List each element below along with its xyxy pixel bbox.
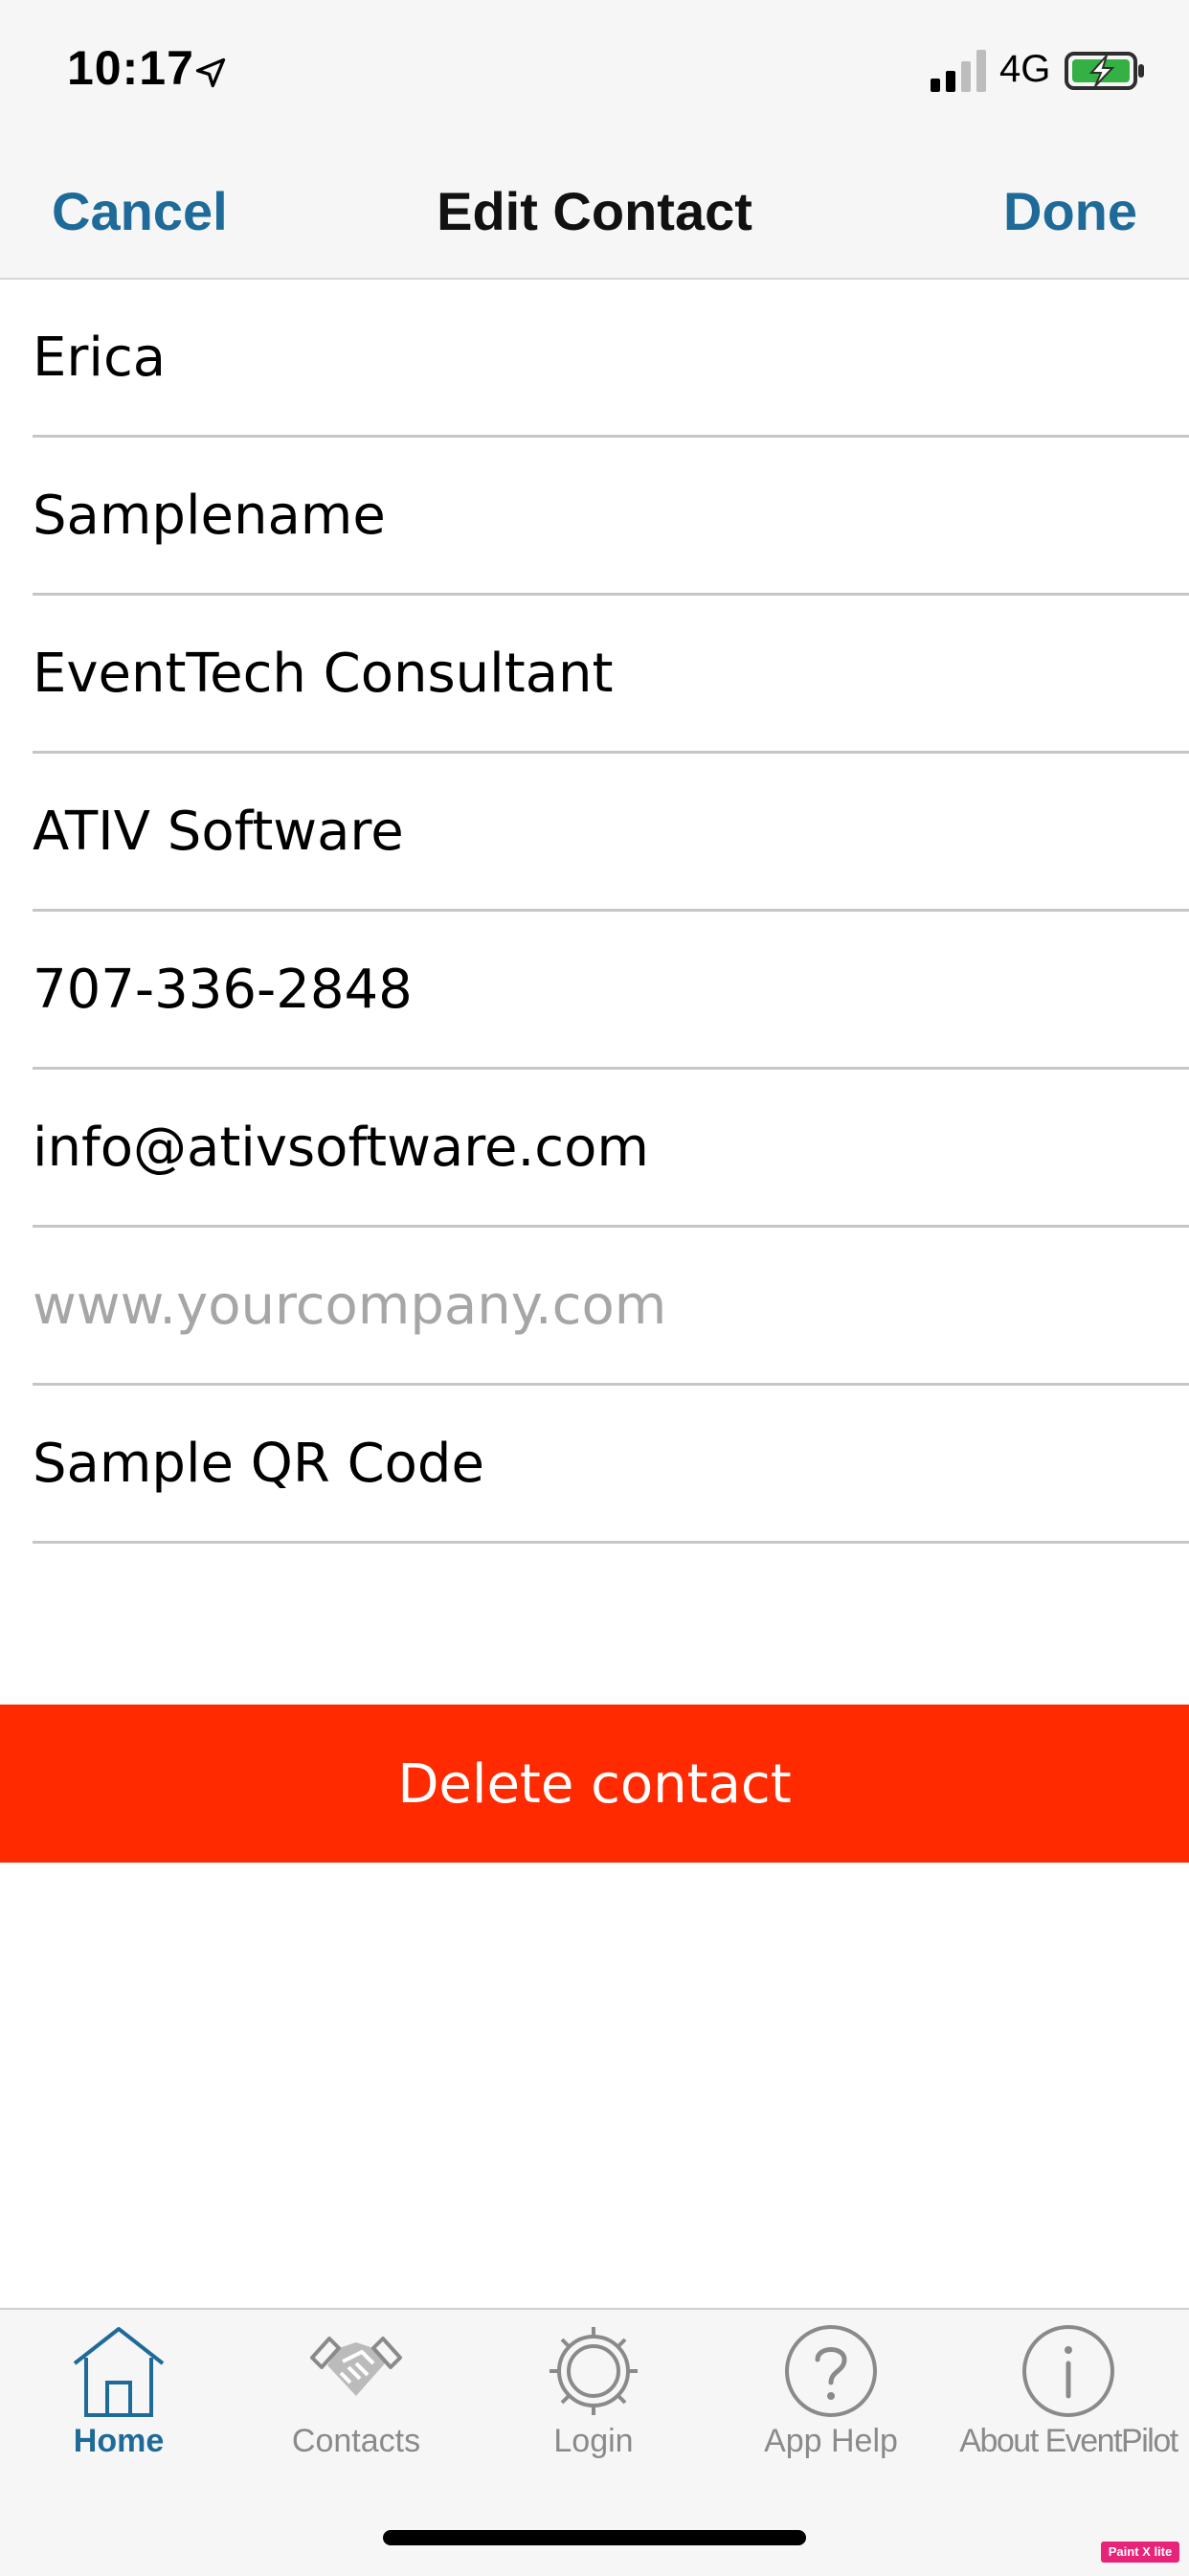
nav-bar: Cancel Edit Contact Done (0, 144, 1189, 280)
email-input[interactable] (33, 1070, 1162, 1226)
divider (33, 1541, 1189, 1544)
tab-label: App Help (764, 2423, 898, 2459)
tab-app-help[interactable]: App Help (712, 2323, 950, 2486)
network-type: 4G (999, 48, 1051, 90)
tab-about-eventpilot[interactable]: About EventPilot (950, 2323, 1187, 2486)
company-input[interactable] (33, 754, 1162, 910)
home-indicator (383, 2530, 806, 2545)
contact-form (0, 280, 1189, 1544)
watermark: Paint X lite (1101, 2542, 1179, 2563)
tab-label: Contacts (291, 2423, 421, 2459)
handshake-icon (310, 2337, 402, 2396)
tab-login[interactable]: Login (475, 2323, 712, 2486)
last-name-field (0, 438, 1189, 596)
location-arrow-icon (195, 57, 226, 88)
done-button[interactable]: Done (1003, 180, 1137, 242)
status-time: 10:17 (67, 41, 194, 95)
tab-label: About EventPilot (959, 2423, 1178, 2459)
cancel-button[interactable]: Cancel (52, 180, 228, 242)
first-name-field (0, 280, 1189, 438)
last-name-input[interactable] (33, 438, 1162, 594)
tab-label: Login (553, 2423, 634, 2459)
status-bar: 10:17 4G (0, 0, 1189, 144)
notes-field (0, 1386, 1189, 1544)
tab-contacts[interactable]: Contacts (237, 2323, 475, 2486)
tab-label: Home (73, 2423, 165, 2459)
question-circle-icon (785, 2325, 877, 2417)
house-icon (73, 2327, 165, 2417)
tab-home[interactable]: Home (0, 2323, 237, 2486)
first-name-input[interactable] (33, 280, 1162, 436)
job-title-field (0, 596, 1189, 754)
email-field (0, 1070, 1189, 1228)
website-field (0, 1228, 1189, 1386)
info-circle-icon (1022, 2325, 1114, 2417)
phone-field (0, 912, 1189, 1070)
website-input[interactable] (33, 1228, 1162, 1384)
notes-input[interactable] (33, 1386, 1162, 1542)
job-title-input[interactable] (33, 596, 1162, 752)
delete-contact-button[interactable]: Delete contact (0, 1705, 1189, 1863)
battery-charging-icon (1065, 52, 1144, 90)
gear-icon (550, 2327, 638, 2415)
company-field (0, 754, 1189, 912)
signal-icon (931, 50, 986, 92)
phone-input[interactable] (33, 912, 1162, 1068)
